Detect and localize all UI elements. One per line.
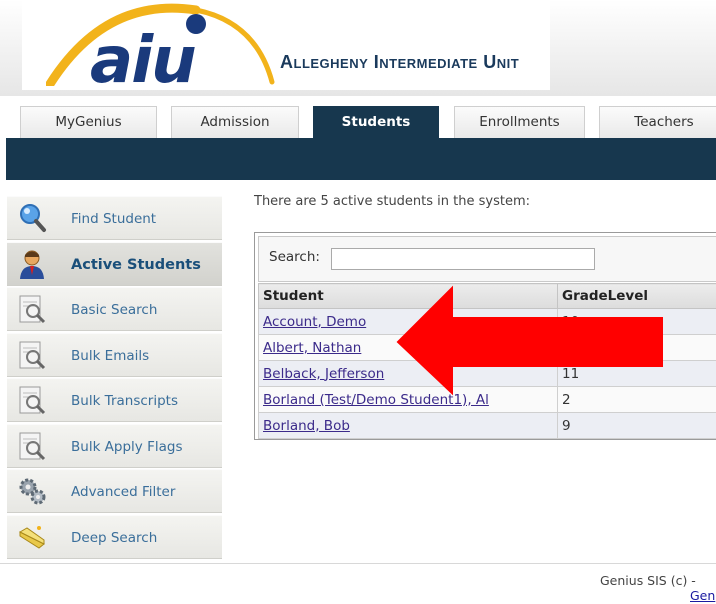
nav-bar <box>6 138 716 180</box>
sidebar-item-label: Deep Search <box>71 529 158 546</box>
logo-panel: aiu Allegheny Intermediate Unit <box>22 0 550 90</box>
sidebar-item-active-students[interactable]: Active Students <box>7 241 222 286</box>
document-search-icon <box>19 295 46 324</box>
document-search-icon <box>19 386 46 415</box>
sidebar-item-label: Bulk Emails <box>71 347 150 364</box>
sidebar-item-bulk-emails[interactable]: Bulk Emails <box>7 332 222 377</box>
search-input[interactable] <box>331 248 595 270</box>
sidebar-item-label: Basic Search <box>71 302 158 318</box>
person-icon <box>20 250 44 279</box>
tab-admission[interactable]: Admission <box>171 106 299 138</box>
tab-strip: MyGenius Admission Students Enrollments … <box>20 106 716 138</box>
tab-teachers[interactable]: Teachers <box>599 106 716 138</box>
sidebar-item-bulk-apply-flags[interactable]: Bulk Apply Flags <box>7 423 222 468</box>
magnifier-icon <box>20 204 46 232</box>
footer-copyright: Genius SIS (c) - <box>600 573 696 588</box>
table-search-bar: Search: <box>258 236 716 282</box>
student-link[interactable]: Belback, Jefferson <box>263 366 384 382</box>
footer-link[interactable]: Gen <box>690 588 715 603</box>
sidebar-item-bulk-transcripts[interactable]: Bulk Transcripts <box>7 378 222 422</box>
tab-enrollments[interactable]: Enrollments <box>454 106 585 138</box>
sidebar-item-label: Find Student <box>71 211 157 227</box>
search-label: Search: <box>269 249 320 265</box>
tab-mygenius[interactable]: MyGenius <box>20 106 157 138</box>
sidebar-item-basic-search[interactable]: Basic Search <box>7 287 222 331</box>
student-cell: Borland, Bob <box>258 412 558 439</box>
grade-cell: 9 <box>557 412 716 439</box>
gears-icon <box>19 478 46 505</box>
sidebar-item-label: Bulk Transcripts <box>71 393 178 409</box>
red-arrow-annotation <box>396 285 663 396</box>
sidebar-item-deep-search[interactable]: Deep Search <box>7 514 222 559</box>
sidebar-item-label: Bulk Apply Flags <box>71 438 183 455</box>
sidebar-item-advanced-filter[interactable]: Advanced Filter <box>7 469 222 513</box>
sidebar-item-find-student[interactable]: Find Student <box>7 196 222 240</box>
table-row: Borland, Bob 9 <box>258 412 716 439</box>
student-link[interactable]: Borland, Bob <box>263 418 350 434</box>
tab-students[interactable]: Students <box>313 106 439 138</box>
aiu-logo: aiu <box>46 3 275 86</box>
document-search-icon <box>19 341 46 369</box>
org-name: Allegheny Intermediate Unit <box>280 52 519 73</box>
sidebar: Find Student Active Students Basic Searc… <box>7 196 222 560</box>
student-link[interactable]: Albert, Nathan <box>263 340 361 356</box>
wand-icon <box>18 525 45 549</box>
arrow-shape <box>396 285 663 396</box>
document-search-icon <box>19 432 46 460</box>
logo-text: aiu <box>90 24 195 86</box>
org-name-text: Allegheny Intermediate Unit <box>280 52 520 72</box>
student-link[interactable]: Account, Demo <box>263 314 366 330</box>
sidebar-item-label: Advanced Filter <box>71 484 176 500</box>
sidebar-item-label: Active Students <box>71 256 201 273</box>
footer-divider <box>0 563 716 564</box>
active-count-text: There are 5 active students in the syste… <box>254 194 531 209</box>
